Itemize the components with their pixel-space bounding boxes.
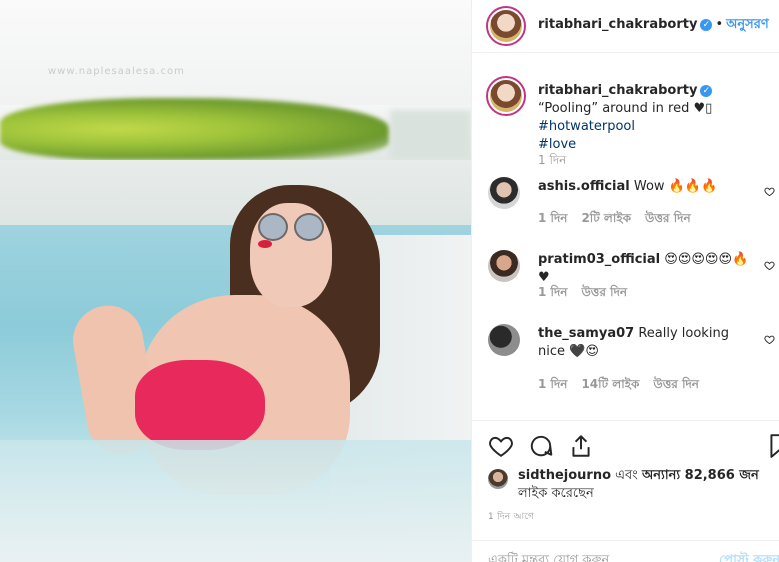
comment-avatar[interactable] <box>488 250 520 282</box>
comment-username[interactable]: the_samya07 <box>538 326 634 341</box>
heart-icon[interactable] <box>488 433 514 459</box>
header-text: ritabhari_chakraborty ✓ • অনুসরণ <box>538 15 769 36</box>
post-comment-button[interactable]: পোস্ট করুন <box>719 551 779 562</box>
comment-age[interactable]: 1 দিন <box>538 211 567 225</box>
header-avatar[interactable] <box>486 6 526 46</box>
post-timestamp[interactable]: 1 দিন আগে <box>488 509 534 524</box>
post-photo[interactable]: www.naplesaalesa.com <box>0 0 471 562</box>
photo-lips <box>258 240 272 248</box>
comment-avatar[interactable] <box>488 324 520 356</box>
photo-water-foreground <box>0 440 471 562</box>
comment-likes[interactable]: 2টি লাইক <box>581 211 631 225</box>
comment-age[interactable]: 1 দিন <box>538 285 567 299</box>
comment-like-heart-icon[interactable] <box>764 186 775 197</box>
comment-meta: 1 দিন উত্তর দিন <box>538 284 641 304</box>
caption-age[interactable]: 1 দিন <box>538 152 566 172</box>
share-icon[interactable] <box>568 433 594 459</box>
photo-hedge-right <box>390 110 471 160</box>
photo-hedge <box>0 98 390 160</box>
comment-meta: 1 দিন 14টি লাইক উত্তর দিন <box>538 376 713 396</box>
photo-watermark: www.naplesaalesa.com <box>48 66 185 77</box>
comment-reply-button[interactable]: উত্তর দিন <box>581 285 627 299</box>
comment-meta: 1 দিন 2টি লাইক উত্তর দিন <box>538 210 705 230</box>
photo-background-wall <box>0 0 471 105</box>
header-separator: • <box>715 17 724 32</box>
caption-text: “Pooling” around in red ♥︎▯ <box>538 101 713 116</box>
comment-text: Wow 🔥🔥🔥 <box>633 179 718 194</box>
post-caption: ritabhari_chakraborty ✓ “Pooling” around … <box>538 82 768 154</box>
comment-avatar[interactable] <box>488 177 520 209</box>
hashtag-hotwaterpool[interactable]: #hotwaterpool <box>538 119 635 134</box>
comment-item: pratim03_official 😍😍😍😍😍🔥♥ <box>538 251 758 287</box>
likes-suffix: লাইক করেছেন <box>518 486 594 501</box>
comment-reply-button[interactable]: উত্তর দিন <box>653 377 699 391</box>
comment-likes[interactable]: 14টি লাইক <box>581 377 639 391</box>
comment-item: ashis.official Wow 🔥🔥🔥 <box>538 178 758 196</box>
hashtag-love[interactable]: #love <box>538 137 576 152</box>
comment-icon[interactable] <box>528 433 554 459</box>
post-side-panel: ritabhari_chakraborty ✓ • অনুসরণ ritabhari_… <box>471 0 779 562</box>
add-comment-bar: একটি মন্তব্য যোগ করুন পোস্ট করুন <box>472 540 779 562</box>
post-actions: sidthejourno এবং অন্যান্য 82,866 জন লাইক… <box>472 420 779 540</box>
likes-connector: এবং <box>611 468 643 483</box>
comment-age[interactable]: 1 দিন <box>538 377 567 391</box>
likes-summary: sidthejourno এবং অন্যান্য 82,866 জন লাইক… <box>518 467 768 503</box>
likes-others-link[interactable]: অন্যান্য 82,866 জন <box>642 468 759 483</box>
comment-item: the_samya07 Really looking nice 🖤😍 <box>538 325 758 361</box>
caption-username[interactable]: ritabhari_chakraborty <box>538 83 697 98</box>
comment-username[interactable]: pratim03_official <box>538 252 660 267</box>
follow-button[interactable]: অনুসরণ <box>726 17 769 32</box>
comment-reply-button[interactable]: উত্তর দিন <box>645 211 691 225</box>
caption-avatar[interactable] <box>486 76 526 116</box>
photo-sunglasses <box>258 213 328 243</box>
comment-username[interactable]: ashis.official <box>538 179 630 194</box>
liker-username[interactable]: sidthejourno <box>518 468 611 483</box>
verified-badge-icon: ✓ <box>700 18 713 31</box>
photo-swimsuit <box>135 360 265 450</box>
bookmark-icon[interactable] <box>766 433 779 459</box>
comment-like-heart-icon[interactable] <box>764 260 775 271</box>
header-username[interactable]: ritabhari_chakraborty <box>538 17 697 32</box>
comment-input[interactable]: একটি মন্তব্য যোগ করুন <box>488 551 609 562</box>
post-header: ritabhari_chakraborty ✓ • অনুসরণ <box>472 0 779 53</box>
comment-like-heart-icon[interactable] <box>764 334 775 345</box>
verified-badge-icon: ✓ <box>700 84 713 97</box>
liker-avatar[interactable] <box>488 469 508 489</box>
